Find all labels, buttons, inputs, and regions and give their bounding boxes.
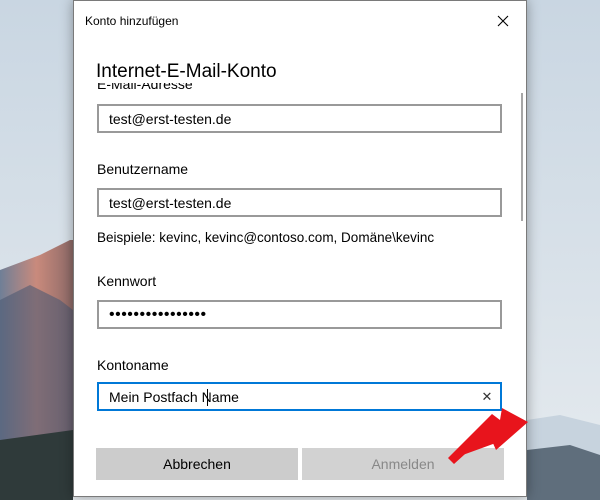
- account-name-value: Mein Postfach Name: [109, 388, 239, 405]
- title-bar: Konto hinzufügen: [74, 1, 526, 41]
- password-mask: ••••••••••••••••: [109, 305, 207, 323]
- username-hint: Beispiele: kevinc, kevinc@contoso.com, D…: [97, 230, 435, 245]
- email-field[interactable]: [97, 104, 502, 133]
- cancel-button[interactable]: Abbrechen: [96, 448, 298, 480]
- password-label: Kennwort: [97, 273, 157, 289]
- close-button[interactable]: [480, 1, 526, 41]
- username-field[interactable]: [97, 188, 502, 217]
- close-icon: [497, 15, 509, 27]
- account-name-label: Kontoname: [97, 357, 169, 373]
- form-scroll-area: E-Mail-Adresse Benutzername Beispiele: k…: [74, 75, 526, 433]
- username-label: Benutzername: [97, 161, 189, 177]
- password-field[interactable]: ••••••••••••••••: [97, 300, 502, 329]
- scrollbar-thumb[interactable]: [521, 93, 523, 221]
- text-caret: [207, 389, 208, 406]
- red-arrow-icon: [448, 408, 528, 464]
- page-title: Internet-E-Mail-Konto: [96, 61, 281, 83]
- window-title: Konto hinzufügen: [85, 14, 179, 28]
